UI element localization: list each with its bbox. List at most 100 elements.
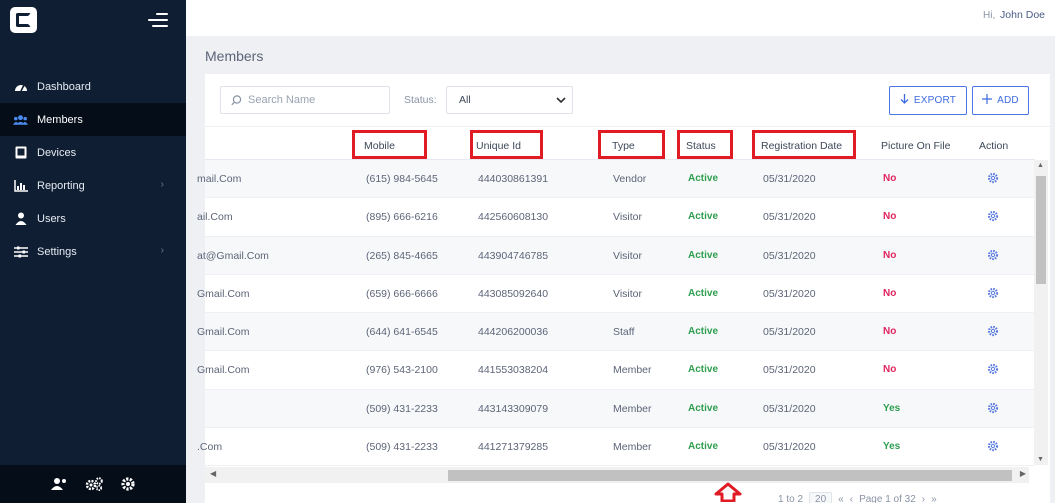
cell-mobile: (509) 431-2233 <box>366 402 438 415</box>
table-row[interactable]: .Com (509) 431-2233 441271379285 Member Acti… <box>197 428 1035 467</box>
cell-email: Gmail.Com <box>197 287 250 300</box>
cell-type: Visitor <box>613 211 642 224</box>
sidebar-item-label: Dashboard <box>37 80 91 93</box>
user-name: John Doe <box>1000 9 1045 21</box>
horizontal-scroll-thumb[interactable] <box>448 470 1012 481</box>
cell-type: Member <box>613 402 652 415</box>
gear-icon[interactable] <box>121 477 135 491</box>
chevron-right-icon: › <box>160 245 164 256</box>
highlight-box-mobile <box>352 130 427 159</box>
table-row[interactable]: at@Gmail.Com (265) 845-4665 443904746785 Vi… <box>197 236 1035 275</box>
highlight-box-status <box>677 130 733 159</box>
dashboard-icon <box>13 79 28 94</box>
table-row[interactable]: Gmail.Com (644) 641-6545 444206200036 Staff… <box>197 313 1035 352</box>
sidebar: Dashboard Members Devices Reporting › Us… <box>0 0 186 503</box>
cell-picture-on-file: No <box>883 364 897 376</box>
sidebar-item-label: Reporting <box>37 179 85 192</box>
table-row[interactable]: mail.Com (615) 984-5645 444030861391 Vendor… <box>197 160 1035 199</box>
cell-picture-on-file: No <box>883 326 897 338</box>
row-settings-gear-icon[interactable] <box>987 325 999 340</box>
cell-email: mail.Com <box>197 173 242 185</box>
page-size-select[interactable]: 20 <box>809 492 833 503</box>
cell-status: Active <box>688 441 719 453</box>
cell-registration-date: 05/31/2020 <box>763 441 816 454</box>
cell-type: Visitor <box>613 249 642 262</box>
cell-email: ail.Com <box>197 211 233 224</box>
search-input[interactable]: Search Name <box>220 86 390 114</box>
cell-type: Member <box>613 441 652 454</box>
vertical-scroll-thumb[interactable] <box>1036 176 1046 284</box>
status-filter-select[interactable]: All <box>446 86 573 114</box>
plus-icon <box>982 94 993 107</box>
first-page-icon[interactable]: « <box>838 494 844 503</box>
scroll-down-icon[interactable]: ▼ <box>1037 456 1044 463</box>
row-settings-gear-icon[interactable] <box>987 210 999 225</box>
cell-status: Active <box>688 402 719 414</box>
members-icon <box>13 112 28 127</box>
sidebar-item-members[interactable]: Members <box>0 103 186 136</box>
sidebar-item-dashboard[interactable]: Dashboard <box>0 70 186 103</box>
sidebar-item-label: Users <box>37 212 66 225</box>
prev-page-icon[interactable]: ‹ <box>850 494 853 503</box>
row-settings-gear-icon[interactable] <box>987 402 999 417</box>
cell-mobile: (659) 666-6666 <box>366 287 438 300</box>
sidebar-item-settings[interactable]: Settings › <box>0 235 186 268</box>
page-indicator: Page 1 of 32 <box>859 494 916 503</box>
sidebar-item-users[interactable]: Users <box>0 202 186 235</box>
cell-mobile: (615) 984-5645 <box>366 173 438 185</box>
pagination-range: 1 to 2 <box>778 494 804 503</box>
user-greeting[interactable]: Hi, John Doe <box>983 9 1045 21</box>
page-title: Members <box>205 48 264 64</box>
chevron-down-icon <box>556 95 566 107</box>
table-body: mail.Com (615) 984-5645 444030861391 Vendor… <box>197 160 1035 467</box>
status-filter-value: All <box>459 94 471 106</box>
sidebar-footer <box>0 465 186 503</box>
cell-status: Active <box>688 287 719 299</box>
table-row[interactable]: Gmail.Com (976) 543-2100 441553038204 Membe… <box>197 351 1035 390</box>
cell-registration-date: 05/31/2020 <box>763 326 816 339</box>
row-settings-gear-icon[interactable] <box>987 440 999 455</box>
sidebar-item-label: Members <box>37 113 83 126</box>
vertical-scrollbar[interactable]: ▲ ▼ <box>1034 160 1048 465</box>
app-logo[interactable] <box>10 7 37 33</box>
add-label: ADD <box>997 95 1019 106</box>
row-settings-gear-icon[interactable] <box>987 363 999 378</box>
sidebar-item-reporting[interactable]: Reporting › <box>0 169 186 202</box>
scroll-up-icon[interactable]: ▲ <box>1037 162 1044 169</box>
cogs-icon[interactable] <box>85 477 103 491</box>
cell-type: Member <box>613 364 652 377</box>
sidebar-item-devices[interactable]: Devices <box>0 136 186 169</box>
row-settings-gear-icon[interactable] <box>987 249 999 264</box>
table-row[interactable]: (509) 431-2233 443143309079 Member Active 05… <box>205 389 1035 429</box>
next-page-icon[interactable]: › <box>922 494 925 503</box>
column-header-action: Action <box>979 140 1009 152</box>
horizontal-scrollbar[interactable]: ◀ ▶ <box>205 467 1029 483</box>
cell-unique-id: 442560608130 <box>478 211 549 224</box>
cell-status: Active <box>688 211 719 223</box>
table-row[interactable]: Gmail.Com (659) 666-6666 443085092640 Visit… <box>197 275 1035 314</box>
add-member-button[interactable]: ADD <box>972 86 1029 115</box>
scroll-left-icon[interactable]: ◀ <box>210 469 216 478</box>
cell-type: Staff <box>613 326 635 339</box>
cell-picture-on-file: Yes <box>883 441 901 453</box>
last-page-icon[interactable]: » <box>931 494 937 503</box>
user-settings-icon[interactable] <box>51 477 67 491</box>
table-row[interactable]: ail.Com (895) 666-6216 442560608130 Visitor… <box>197 198 1035 237</box>
column-header-picture-on-file[interactable]: Picture On File <box>881 140 950 152</box>
cell-status: Active <box>688 326 719 338</box>
cell-type: Visitor <box>613 287 642 300</box>
cell-picture-on-file: Yes <box>883 402 901 414</box>
sidebar-item-label: Settings <box>37 245 77 258</box>
export-label: EXPORT <box>913 95 957 106</box>
cell-unique-id: 443143309079 <box>478 402 549 415</box>
row-settings-gear-icon[interactable] <box>987 287 999 302</box>
export-button[interactable]: EXPORT <box>889 86 967 115</box>
reporting-icon <box>13 178 28 193</box>
scroll-right-icon[interactable]: ▶ <box>1020 469 1026 478</box>
cell-registration-date: 05/31/2020 <box>763 287 816 300</box>
cell-type: Vendor <box>613 173 647 185</box>
cell-picture-on-file: No <box>883 173 897 184</box>
users-icon <box>13 211 28 226</box>
row-settings-gear-icon[interactable] <box>987 172 999 187</box>
menu-toggle-icon[interactable] <box>148 12 168 28</box>
